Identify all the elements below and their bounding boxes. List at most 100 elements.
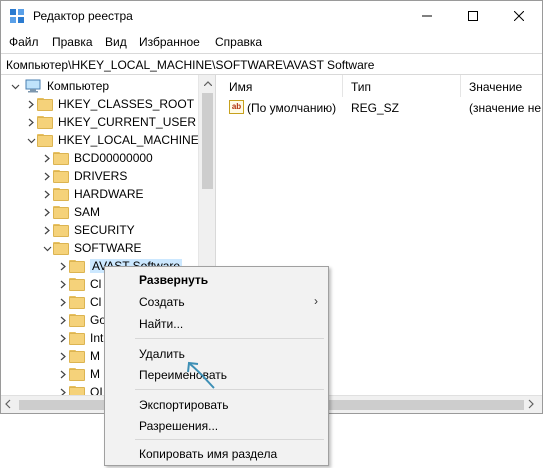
folder-icon: [37, 133, 53, 147]
tree-label: SECURITY: [74, 223, 135, 237]
column-header-value[interactable]: Значение: [461, 75, 542, 97]
folder-icon: [69, 349, 85, 363]
folder-icon: [69, 259, 85, 273]
scroll-left-icon[interactable]: [5, 399, 11, 409]
folder-icon: [69, 367, 85, 381]
tree-node-security[interactable]: SECURITY: [41, 221, 135, 239]
title-bar[interactable]: Редактор реестра: [1, 1, 542, 31]
address-path[interactable]: Компьютер\HKEY_LOCAL_MACHINE\SOFTWARE\AV…: [6, 58, 374, 72]
tree-node-computer[interactable]: Компьютер: [9, 77, 109, 95]
expand-arrow-icon[interactable]: [41, 224, 53, 236]
expand-arrow-icon[interactable]: [57, 386, 69, 395]
tree-label: SAM: [74, 205, 101, 219]
tree-node-hkcr[interactable]: HKEY_CLASSES_ROOT: [25, 95, 194, 113]
folder-icon: [37, 115, 53, 129]
tree-node-software-child[interactable]: M: [57, 347, 100, 365]
maximize-button[interactable]: [450, 1, 496, 31]
tree-node-software-child[interactable]: Cl: [57, 293, 101, 311]
menu-separator: [135, 338, 324, 339]
tree-node-hardware[interactable]: HARDWARE: [41, 185, 144, 203]
tree-label: Компьютер: [47, 79, 110, 93]
minimize-button[interactable]: [404, 1, 450, 31]
tree-node-software-child[interactable]: OI: [57, 383, 103, 395]
tree-node-software-child[interactable]: Go: [57, 311, 106, 329]
folder-icon: [69, 295, 85, 309]
tree-node-drivers[interactable]: DRIVERS: [41, 167, 127, 185]
expand-arrow-icon[interactable]: [57, 260, 69, 272]
menu-item-find[interactable]: Найти...: [139, 317, 183, 331]
menu-item-permissions[interactable]: Разрешения...: [139, 419, 218, 433]
registry-app-icon: [10, 9, 24, 23]
folder-icon: [53, 187, 69, 201]
tree-label: DRIVERS: [74, 169, 128, 183]
expand-arrow-icon[interactable]: [41, 170, 53, 182]
expand-arrow-icon[interactable]: [41, 188, 53, 200]
tree-label: HKEY_CURRENT_USER: [58, 115, 197, 129]
expand-arrow-icon[interactable]: [25, 98, 37, 110]
expand-arrow-icon[interactable]: [57, 296, 69, 308]
expand-arrow-icon[interactable]: [57, 350, 69, 362]
maximize-icon: [468, 11, 478, 21]
folder-icon: [53, 241, 69, 255]
tree-node-software-child[interactable]: Cl: [57, 275, 101, 293]
collapse-arrow-icon[interactable]: [25, 134, 37, 146]
string-value-icon: ab: [229, 100, 244, 114]
menu-help[interactable]: Справка: [215, 35, 262, 49]
scroll-up-icon[interactable]: [199, 75, 216, 92]
column-header-type[interactable]: Тип: [343, 75, 461, 97]
menu-favorites[interactable]: Избранное: [139, 35, 200, 49]
folder-icon: [69, 277, 85, 291]
expand-arrow-icon[interactable]: [57, 314, 69, 326]
folder-icon: [69, 313, 85, 327]
tree-node-software-child[interactable]: Int: [57, 329, 103, 347]
folder-icon: [53, 169, 69, 183]
expand-arrow-icon[interactable]: [57, 278, 69, 290]
folder-icon: [69, 331, 85, 345]
value-type: REG_SZ: [351, 101, 400, 115]
tree-label: Cl: [90, 277, 102, 291]
tree-label: M: [90, 349, 100, 363]
menu-item-export[interactable]: Экспортировать: [139, 398, 229, 412]
menu-file[interactable]: Файл: [9, 35, 39, 49]
tree-node-bcd[interactable]: BCD00000000: [41, 149, 153, 167]
expand-arrow-icon[interactable]: [41, 206, 53, 218]
expand-arrow-icon[interactable]: [41, 152, 53, 164]
scroll-right-icon[interactable]: [528, 399, 534, 409]
menu-item-copy-key-name[interactable]: Копировать имя раздела: [139, 447, 277, 461]
menu-bar: Файл Правка Вид Избранное Справка: [1, 31, 542, 53]
value-data: (значение не: [469, 101, 542, 115]
menu-item-create[interactable]: Создать: [139, 295, 185, 309]
collapse-arrow-icon[interactable]: [9, 80, 21, 92]
menu-edit[interactable]: Правка: [52, 35, 93, 49]
tree-label: OI: [90, 385, 103, 395]
expand-arrow-icon[interactable]: [57, 332, 69, 344]
tree-node-hklm[interactable]: HKEY_LOCAL_MACHINE: [25, 131, 199, 149]
annotation-arrow-icon: [187, 361, 215, 389]
menu-item-expand[interactable]: Развернуть: [139, 273, 208, 287]
menu-item-delete[interactable]: Удалить: [139, 347, 185, 361]
column-header-name[interactable]: Имя: [221, 75, 343, 97]
folder-icon: [53, 205, 69, 219]
tree-label: HKEY_CLASSES_ROOT: [58, 97, 195, 111]
scrollbar-thumb[interactable]: [202, 93, 213, 189]
expand-arrow-icon[interactable]: [57, 368, 69, 380]
window-title: Редактор реестра: [33, 9, 133, 23]
close-icon: [514, 11, 524, 21]
folder-icon: [69, 385, 85, 395]
tree-label: HARDWARE: [74, 187, 144, 201]
table-row[interactable]: ab (По умолчанию) REG_SZ (значение не: [221, 99, 542, 117]
folder-icon: [37, 97, 53, 111]
address-bar[interactable]: Компьютер\HKEY_LOCAL_MACHINE\SOFTWARE\AV…: [1, 53, 542, 75]
close-button[interactable]: [496, 1, 542, 31]
value-name: (По умолчанию): [247, 101, 337, 115]
tree-node-software[interactable]: SOFTWARE: [41, 239, 142, 257]
tree-label: M: [90, 367, 100, 381]
menu-view[interactable]: Вид: [105, 35, 127, 49]
tree-node-hkcu[interactable]: HKEY_CURRENT_USER: [25, 113, 196, 131]
expand-arrow-icon[interactable]: [25, 116, 37, 128]
tree-node-sam[interactable]: SAM: [41, 203, 100, 221]
tree-node-software-child[interactable]: M: [57, 365, 100, 383]
menu-separator: [135, 389, 324, 390]
collapse-arrow-icon[interactable]: [41, 242, 53, 254]
tree-label: Int: [90, 331, 104, 345]
